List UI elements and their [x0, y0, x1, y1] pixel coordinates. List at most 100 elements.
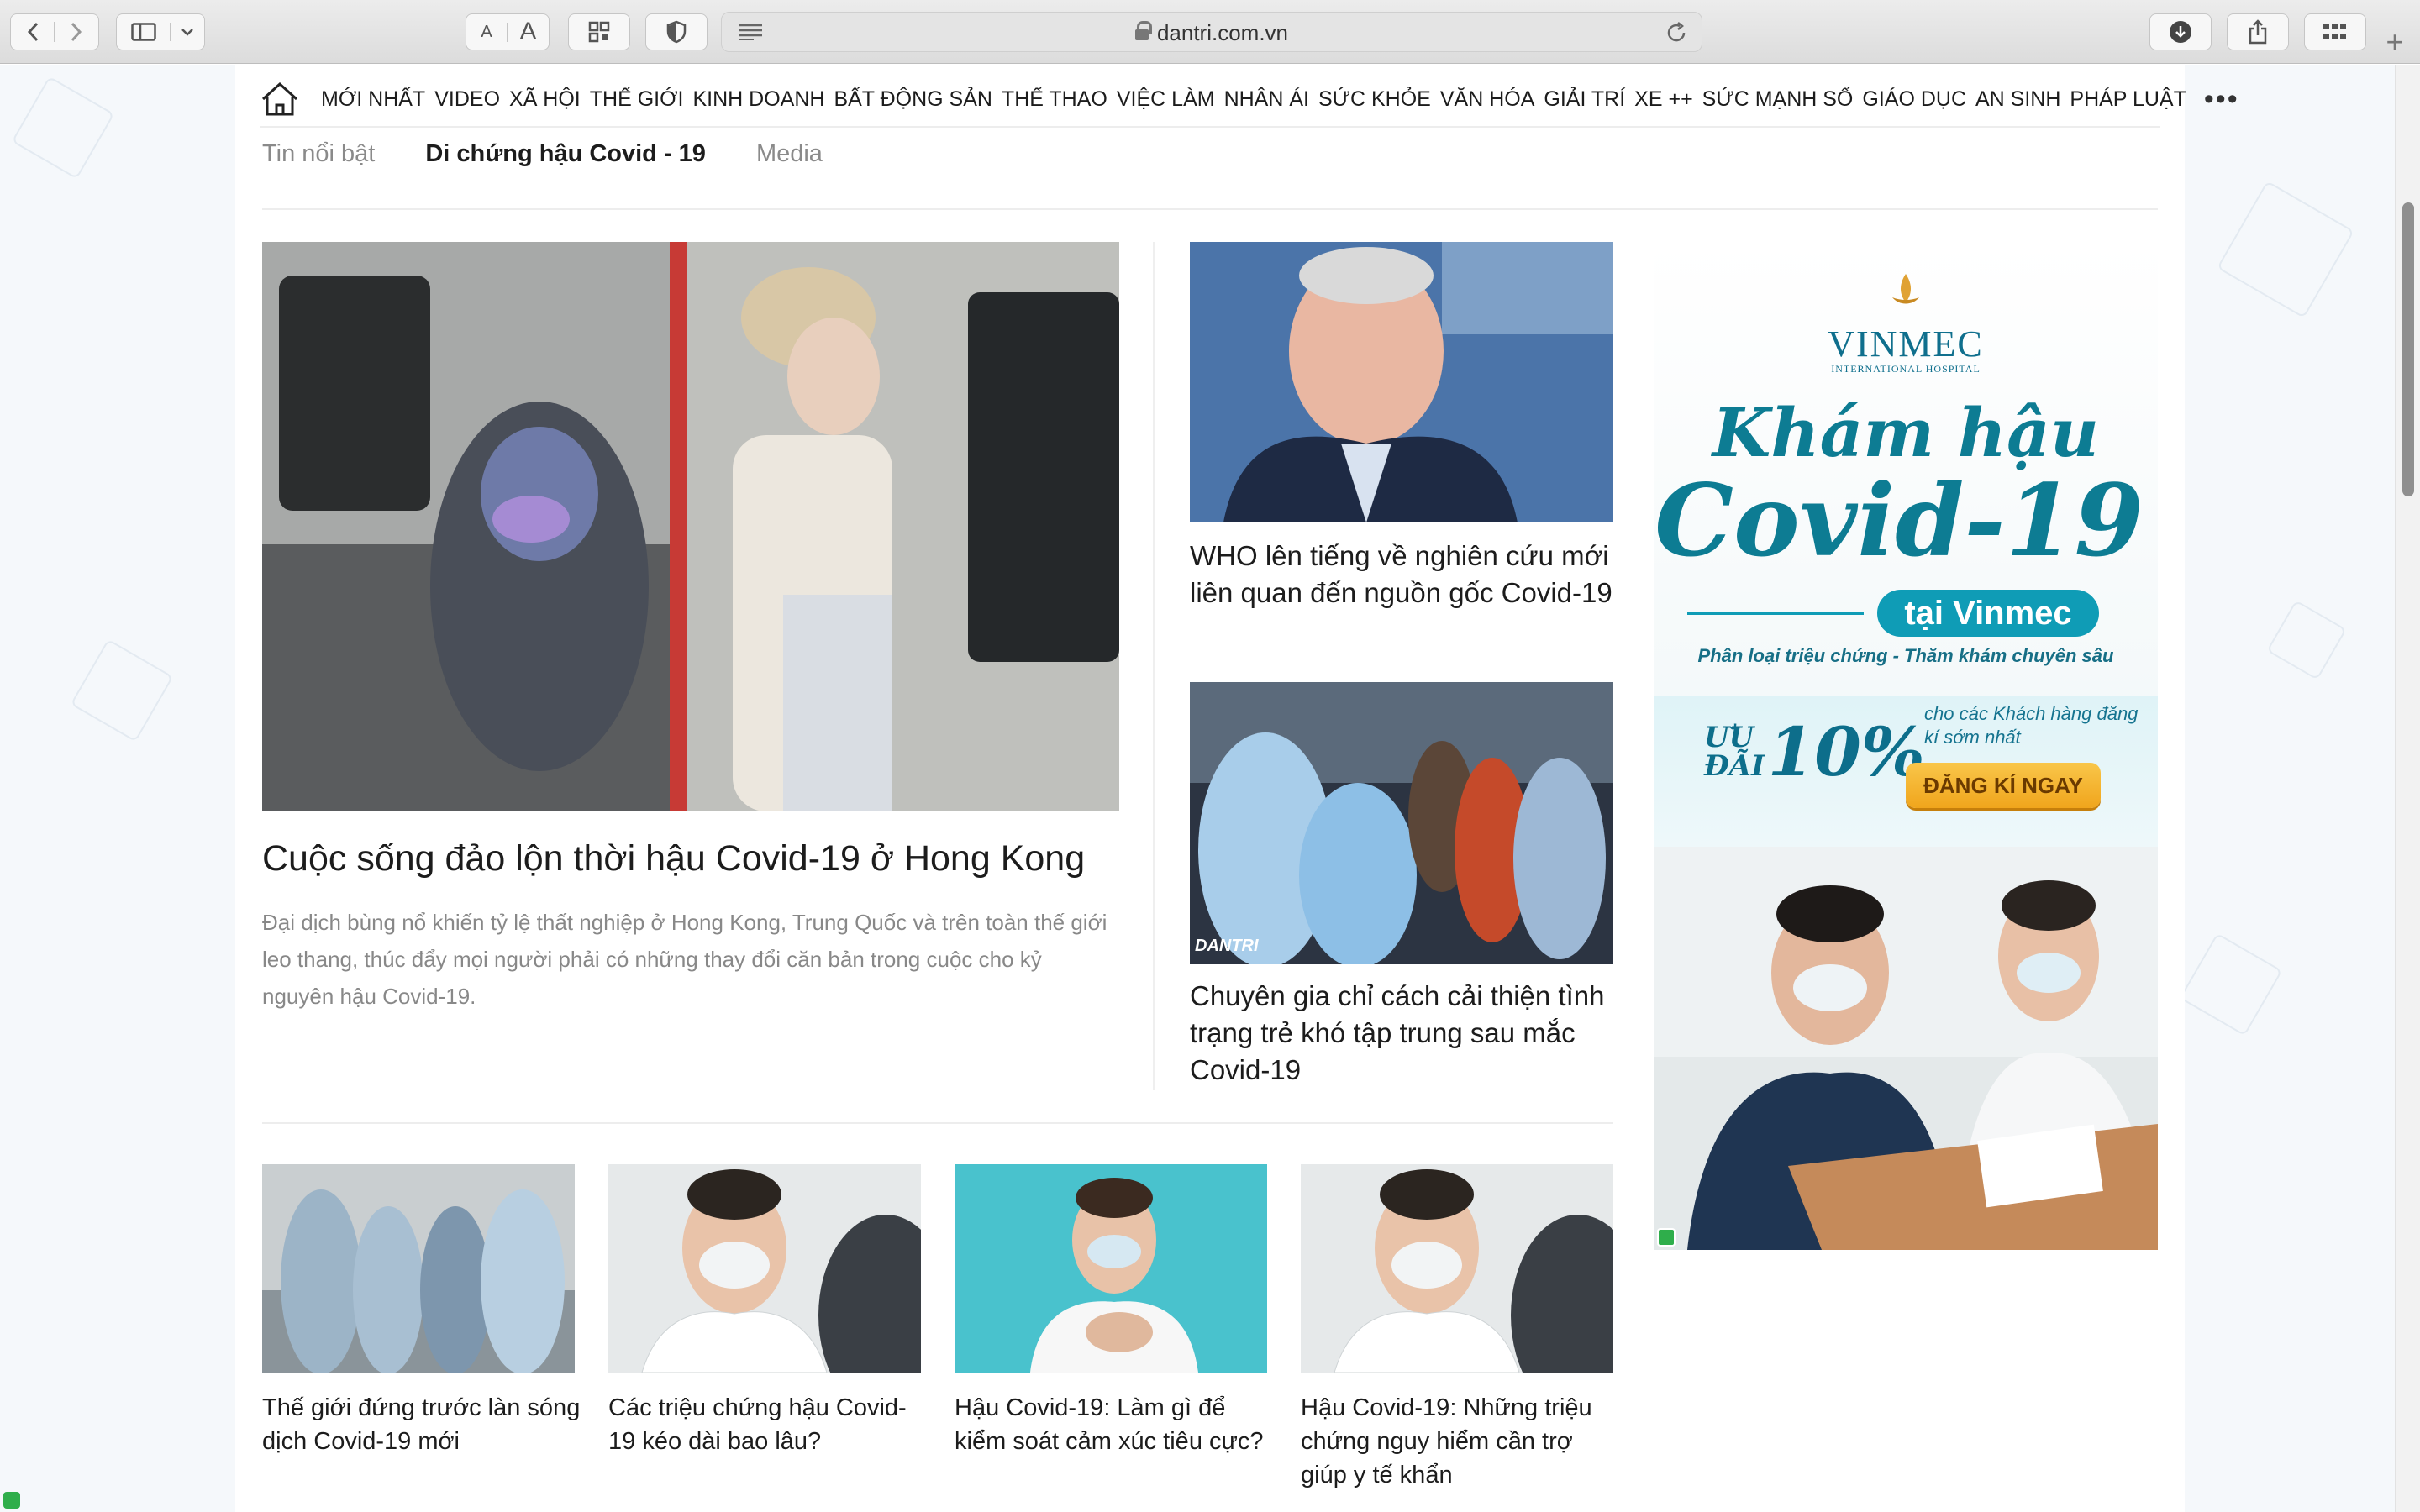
downloads-button[interactable]: [2149, 13, 2212, 50]
nav-item-suc-manh-so[interactable]: SỨC MẠNH SỐ: [1702, 87, 1854, 112]
ad-headline-line1: Khám hậu: [1712, 393, 2100, 472]
hexagon-decoration: [70, 638, 174, 743]
card-title[interactable]: Các triệu chứng hậu Covid-19 kéo dài bao…: [608, 1391, 928, 1458]
side-article-title[interactable]: Chuyên gia chỉ cách cải thiện tình trạng…: [1190, 978, 1615, 1089]
nav-item-nhan-ai[interactable]: NHÂN ÁI: [1224, 87, 1309, 112]
card-title[interactable]: Hậu Covid-19: Những triệu chứng nguy hiể…: [1301, 1391, 1613, 1492]
sidebar-toggle-button[interactable]: [116, 13, 205, 50]
tab-overview-button[interactable]: [2304, 13, 2366, 50]
ad-deal-value: 10%: [1767, 712, 1925, 791]
nav-item-van-hoa[interactable]: VĂN HÓA: [1440, 87, 1535, 112]
card-image[interactable]: [955, 1164, 1267, 1373]
lock-icon: [1134, 21, 1152, 42]
feature-title[interactable]: Cuộc sống đảo lộn thời hậu Covid-19 ở Ho…: [262, 835, 1123, 882]
side-article-title[interactable]: WHO lên tiếng về nghiên cứu mới liên qua…: [1190, 538, 1615, 612]
ad-divider: [1687, 612, 1864, 615]
chevron-down-icon[interactable]: [171, 28, 204, 36]
ad-brand: VINMEC: [1828, 323, 1984, 365]
nav-item-giai-tri[interactable]: GIẢI TRÍ: [1544, 87, 1625, 112]
hexagon-decoration: [2179, 932, 2283, 1037]
card-title[interactable]: Hậu Covid-19: Làm gì để kiểm soát cảm xú…: [955, 1391, 1274, 1458]
qr-icon: [588, 21, 610, 43]
side-article-image[interactable]: DANTRI: [1190, 682, 1613, 964]
url-text: dantri.com.vn: [1156, 20, 1289, 45]
doctor-photo: [608, 1164, 921, 1373]
privacy-report-button[interactable]: [645, 13, 708, 50]
nav-item-moi-nhat[interactable]: MỚI NHẤT: [321, 87, 425, 112]
nav-item-bat-dong-san[interactable]: BẤT ĐỘNG SẢN: [834, 87, 992, 112]
ad-note: cho các Khách hàng đăng kí sớm nhất: [1924, 703, 2139, 748]
hexagon-decoration: [2217, 181, 2354, 318]
scrollbar-thumb[interactable]: [2402, 202, 2414, 496]
url-display: dantri.com.vn: [722, 13, 1702, 53]
new-tab-icon[interactable]: +: [2378, 25, 2412, 59]
vinmec-advertisement[interactable]: VINMEC INTERNATIONAL HOSPITAL Khám hậu C…: [1654, 242, 2158, 1250]
nav-item-suc-khoe[interactable]: SỨC KHỎE: [1318, 87, 1431, 112]
speaker-photo: [1190, 242, 1613, 522]
ad-deal-label: ƯU ĐÃI: [1704, 721, 1765, 783]
text-larger-button[interactable]: A: [508, 18, 549, 46]
feature-description: Đại dịch bùng nổ khiến tỷ lệ thất nghiệp…: [262, 910, 1107, 1009]
medical-team-photo: [262, 1164, 575, 1373]
nav-item-xe[interactable]: XE ++: [1634, 87, 1693, 112]
back-forward-group: [10, 13, 99, 50]
nav-item-the-gioi[interactable]: THẾ GIỚI: [590, 87, 684, 112]
nav-item-an-sinh[interactable]: AN SINH: [1975, 87, 2060, 112]
text-smaller-button[interactable]: A: [466, 22, 508, 42]
ad-register-button[interactable]: ĐĂNG KÍ NGAY: [1906, 763, 2101, 808]
page-scrollbar[interactable]: [2395, 65, 2420, 1512]
shield-icon: [666, 20, 687, 44]
tab-media[interactable]: Media: [756, 140, 823, 168]
nav-item-kinh-doanh[interactable]: KINH DOANH: [692, 87, 824, 112]
text-size-group: A A: [466, 13, 550, 50]
card-image[interactable]: [262, 1164, 575, 1373]
nav-item-video[interactable]: VIDEO: [434, 87, 500, 112]
card-image[interactable]: [608, 1164, 921, 1373]
reload-icon[interactable]: [1665, 21, 1688, 49]
feature-image[interactable]: [262, 242, 1119, 811]
ad-deal: ƯU ĐÃI 10%: [1704, 712, 1925, 791]
forward-icon[interactable]: [55, 22, 98, 42]
nav-item-the-thao[interactable]: THỂ THAO: [1002, 87, 1107, 112]
hexagon-decoration: [11, 76, 115, 180]
sidebar-icon: [117, 23, 171, 41]
nav-item-phap-luat[interactable]: PHÁP LUẬT: [2070, 87, 2186, 112]
nav-item-xa-hoi[interactable]: XÃ HỘI: [509, 87, 581, 112]
extension-badge-icon: [3, 1492, 20, 1509]
tab-tin-noi-bat[interactable]: Tin nổi bật: [262, 140, 375, 168]
dantri-watermark: DANTRI: [1195, 937, 1259, 955]
main-navigation: MỚI NHẤT VIDEO XÃ HỘI THẾ GIỚI KINH DOAN…: [260, 72, 2238, 128]
nav-item-viec-lam[interactable]: VIỆC LÀM: [1117, 87, 1215, 112]
ad-choices-icon[interactable]: [1657, 1228, 1676, 1247]
home-button[interactable]: [260, 80, 299, 118]
share-button[interactable]: [2227, 13, 2289, 50]
consultation-photo: [1654, 847, 2158, 1250]
tab-di-chung-hau-covid[interactable]: Di chứng hậu Covid - 19: [425, 140, 706, 168]
divider: [262, 1122, 1613, 1124]
testing-photo: [1190, 682, 1613, 964]
reader-qr-button[interactable]: [568, 13, 630, 50]
divider: [262, 208, 2158, 210]
hexagon-decoration: [2266, 600, 2347, 680]
ad-headline-line2: Covid-19: [1655, 462, 2144, 579]
card-image[interactable]: [1301, 1164, 1613, 1373]
coughing-man-photo: [955, 1164, 1267, 1373]
vinmec-logo-icon: [1892, 274, 1919, 304]
sub-tabs: Tin nổi bật Di chứng hậu Covid - 19 Medi…: [262, 134, 873, 173]
side-article-image[interactable]: [1190, 242, 1613, 522]
address-bar[interactable]: dantri.com.vn: [721, 12, 1702, 52]
back-icon[interactable]: [11, 22, 55, 42]
ad-pill: tại Vinmec: [1877, 590, 2099, 637]
subway-photo: [262, 242, 1119, 811]
card-title[interactable]: Thế giới đứng trước làn sóng dịch Covid-…: [262, 1391, 581, 1458]
doctor-photo: [1301, 1164, 1613, 1373]
nav-item-giao-duc[interactable]: GIÁO DỤC: [1862, 87, 1966, 112]
browser-toolbar: A A dantri.com.vn +: [0, 0, 2420, 64]
divider: [1153, 242, 1155, 1090]
more-icon[interactable]: •••: [2204, 83, 2239, 116]
grid-icon: [2323, 24, 2346, 39]
ad-brand-sub: INTERNATIONAL HOSPITAL: [1831, 363, 1981, 375]
home-icon: [261, 81, 298, 116]
share-icon: [2249, 19, 2267, 45]
download-icon: [2170, 21, 2191, 43]
